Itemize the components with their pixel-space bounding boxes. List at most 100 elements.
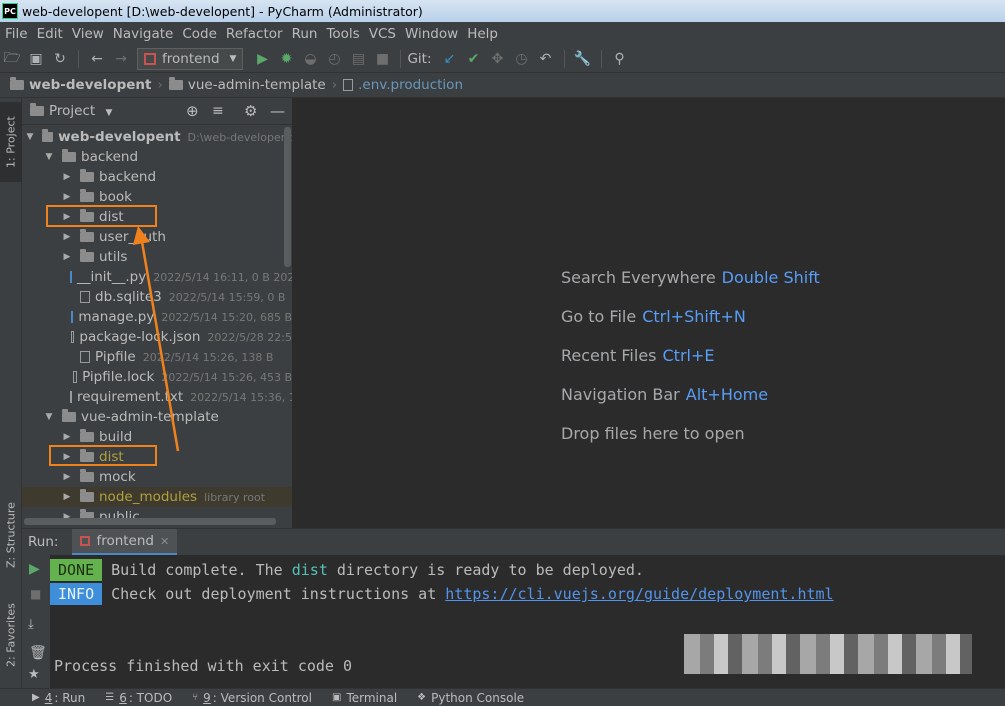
git-history-icon[interactable]: ◷ xyxy=(511,48,533,70)
folder-icon xyxy=(80,489,94,502)
collapsed-arrow-icon[interactable]: ▶ xyxy=(62,432,72,442)
expanded-arrow-icon[interactable]: ▼ xyxy=(44,412,54,422)
git-update-icon[interactable]: ↙ xyxy=(439,48,461,70)
window-title: web-developent [D:\web-developent] - PyC… xyxy=(22,3,423,19)
sync-icon[interactable]: ↻ xyxy=(49,48,71,70)
tree-row[interactable]: ▼ web-developent D:\web-developent xyxy=(22,127,292,147)
breadcrumb-item-project[interactable]: web-developent xyxy=(10,77,151,93)
locate-target-icon[interactable]: ⊕ xyxy=(186,102,199,120)
search-icon[interactable]: ⚲ xyxy=(609,48,631,70)
tree-row[interactable]: Pipfile 2022/5/14 15:26, 138 B xyxy=(22,347,292,367)
gear-icon[interactable]: ⚙ xyxy=(244,102,257,120)
tab-structure[interactable]: Z: Structure xyxy=(0,490,22,580)
hide-panel-icon[interactable]: — xyxy=(270,102,285,120)
tree-horizontal-scrollbar[interactable] xyxy=(24,518,276,525)
project-panel-header: Project ▼ ⊕ ≡ ⚙ — xyxy=(22,98,292,125)
git-commit-icon[interactable]: ✔ xyxy=(463,48,485,70)
menu-item-code[interactable]: Code xyxy=(177,26,221,42)
collapsed-arrow-icon[interactable]: ▶ xyxy=(62,232,72,242)
tree-row[interactable]: __init__.py 2022/5/14 16:11, 0 B 2022 xyxy=(22,267,292,287)
tree-row[interactable]: Pipfile.lock 2022/5/14 15:26, 453 B xyxy=(22,367,292,387)
menu-item-refactor[interactable]: Refactor xyxy=(221,26,287,42)
tree-item-label: vue-admin-template xyxy=(81,409,219,425)
rerun-icon[interactable]: ▶ xyxy=(29,561,40,577)
tree-row[interactable]: requirement.txt 2022/5/14 15:36, 1 xyxy=(22,387,292,407)
chevron-down-icon: ▼ xyxy=(105,108,113,118)
menu-item-help[interactable]: Help xyxy=(462,26,502,42)
tree-row[interactable]: ▶ build xyxy=(22,427,292,447)
forward-arrow-icon[interactable]: → xyxy=(110,48,132,70)
collapsed-arrow-icon[interactable]: ▶ xyxy=(62,472,72,482)
git-rollback-icon[interactable]: ↶ xyxy=(535,48,557,70)
editor-empty-area[interactable]: Search Everywhere Double Shift Go to File C… xyxy=(293,98,1005,528)
editor-hint-text: Go to File xyxy=(561,307,637,326)
bottom-tab-pythonconsole[interactable]: ❖ Python Console xyxy=(417,691,524,705)
project-view-select[interactable]: Project ▼ xyxy=(49,103,112,119)
menu-item-edit[interactable]: Edit xyxy=(32,26,67,42)
menu-item-view[interactable]: View xyxy=(67,26,108,42)
tree-row[interactable]: package-lock.json 2022/5/28 22:5 xyxy=(22,327,292,347)
tree-row[interactable]: ▶ utils xyxy=(22,247,292,267)
tree-row[interactable]: ▶ user_auth xyxy=(22,227,292,247)
folder-icon xyxy=(168,77,183,90)
profile-icon[interactable]: ◴ xyxy=(323,48,345,70)
window-title-bar: PC web-developent [D:\web-developent] - … xyxy=(0,0,1005,22)
tree-row[interactable]: ▶ mock xyxy=(22,467,292,487)
tree-row[interactable]: ▶ node_modules library root xyxy=(22,487,292,507)
tree-row[interactable]: ▶ book xyxy=(22,187,292,207)
debug-icon[interactable]: ✹ xyxy=(275,48,297,70)
close-icon[interactable]: ✕ xyxy=(160,535,169,548)
git-compare-icon[interactable]: ✥ xyxy=(487,48,509,70)
collapsed-arrow-icon[interactable]: ▶ xyxy=(62,172,72,182)
settings-wrench-icon[interactable]: 🔧 xyxy=(572,48,594,70)
bottom-tab-todo[interactable]: ☰ 6: TODO xyxy=(105,691,172,705)
collapsed-arrow-icon[interactable]: ▶ xyxy=(62,252,72,262)
tree-row[interactable]: db.sqlite3 2022/5/14 15:59, 0 B xyxy=(22,287,292,307)
coverage-icon[interactable]: ◒ xyxy=(299,48,321,70)
menu-item-vcs[interactable]: VCS xyxy=(364,26,400,42)
trash-icon[interactable]: 🗑 xyxy=(29,645,47,661)
collapse-all-icon[interactable]: ≡ xyxy=(212,103,224,119)
run-panel-label: Run: xyxy=(28,534,59,550)
collapsed-arrow-icon[interactable]: ▶ xyxy=(62,492,72,502)
python-file-icon xyxy=(70,311,74,323)
bottom-tab-run[interactable]: ▶ 4: Run xyxy=(32,691,85,705)
tree-vertical-scrollbar[interactable] xyxy=(284,127,291,267)
stop-icon[interactable]: ■ xyxy=(371,48,393,70)
expanded-arrow-icon[interactable]: ▼ xyxy=(44,152,54,162)
tab-favorites[interactable]: 2: Favorites xyxy=(0,590,22,680)
tab-project[interactable]: 1: Project xyxy=(0,102,22,182)
tree-row[interactable]: manage.py 2022/5/14 15:20, 685 B xyxy=(22,307,292,327)
tree-row[interactable]: ▼ backend xyxy=(22,147,292,167)
bottom-tab-terminal[interactable]: ▣ Terminal xyxy=(332,691,397,705)
deployment-docs-link[interactable]: https://cli.vuejs.org/guide/deployment.h… xyxy=(445,585,833,603)
menu-item-run[interactable]: Run xyxy=(287,26,322,42)
menu-item-navigate[interactable]: Navigate xyxy=(108,26,178,42)
save-all-icon[interactable]: ▣ xyxy=(25,48,47,70)
tree-row[interactable]: ▶ backend xyxy=(22,167,292,187)
tree-item-meta: 2022/5/14 15:59, 0 B xyxy=(168,290,286,304)
collapsed-arrow-icon[interactable]: ▶ xyxy=(62,192,72,202)
scroll-to-end-icon[interactable]: ⤓ xyxy=(28,617,34,632)
favorites-star-icon[interactable]: ★ xyxy=(28,667,40,682)
run-tab-frontend[interactable]: frontend ✕ xyxy=(72,529,178,555)
build-icon[interactable]: ▤ xyxy=(347,48,369,70)
tree-item-meta: 2022/5/14 15:20, 685 B xyxy=(161,310,292,324)
menu-item-window[interactable]: Window xyxy=(400,26,462,42)
breadcrumb-item-folder[interactable]: vue-admin-template xyxy=(168,77,326,93)
run-configuration-select[interactable]: frontend ▼ xyxy=(137,47,244,70)
tree-row[interactable]: ▼ vue-admin-template xyxy=(22,407,292,427)
back-arrow-icon[interactable]: ← xyxy=(86,48,108,70)
run-icon[interactable]: ▶ xyxy=(251,48,273,70)
expanded-arrow-icon[interactable]: ▼ xyxy=(26,132,34,142)
main-toolbar: 🗁 ▣ ↻ ← → frontend ▼ ▶ ✹ ◒ ◴ ▤ ■ Git: ↙ … xyxy=(0,45,1005,73)
menu-item-tools[interactable]: Tools xyxy=(321,26,363,42)
menu-item-file[interactable]: File xyxy=(0,26,32,42)
breadcrumb-item-file[interactable]: .env.production xyxy=(343,77,463,93)
left-tool-stripe: 1: Project Z: Structure 2: Favorites xyxy=(0,98,22,688)
open-folder-icon[interactable]: 🗁 xyxy=(1,48,23,70)
stop-icon[interactable]: ■ xyxy=(30,587,41,601)
bottom-tab-versioncontrol[interactable]: ⑂ 9: Version Control xyxy=(192,691,312,705)
editor-hint: Search Everywhere Double Shift xyxy=(561,268,820,287)
editor-hint: Drop files here to open xyxy=(561,424,745,443)
